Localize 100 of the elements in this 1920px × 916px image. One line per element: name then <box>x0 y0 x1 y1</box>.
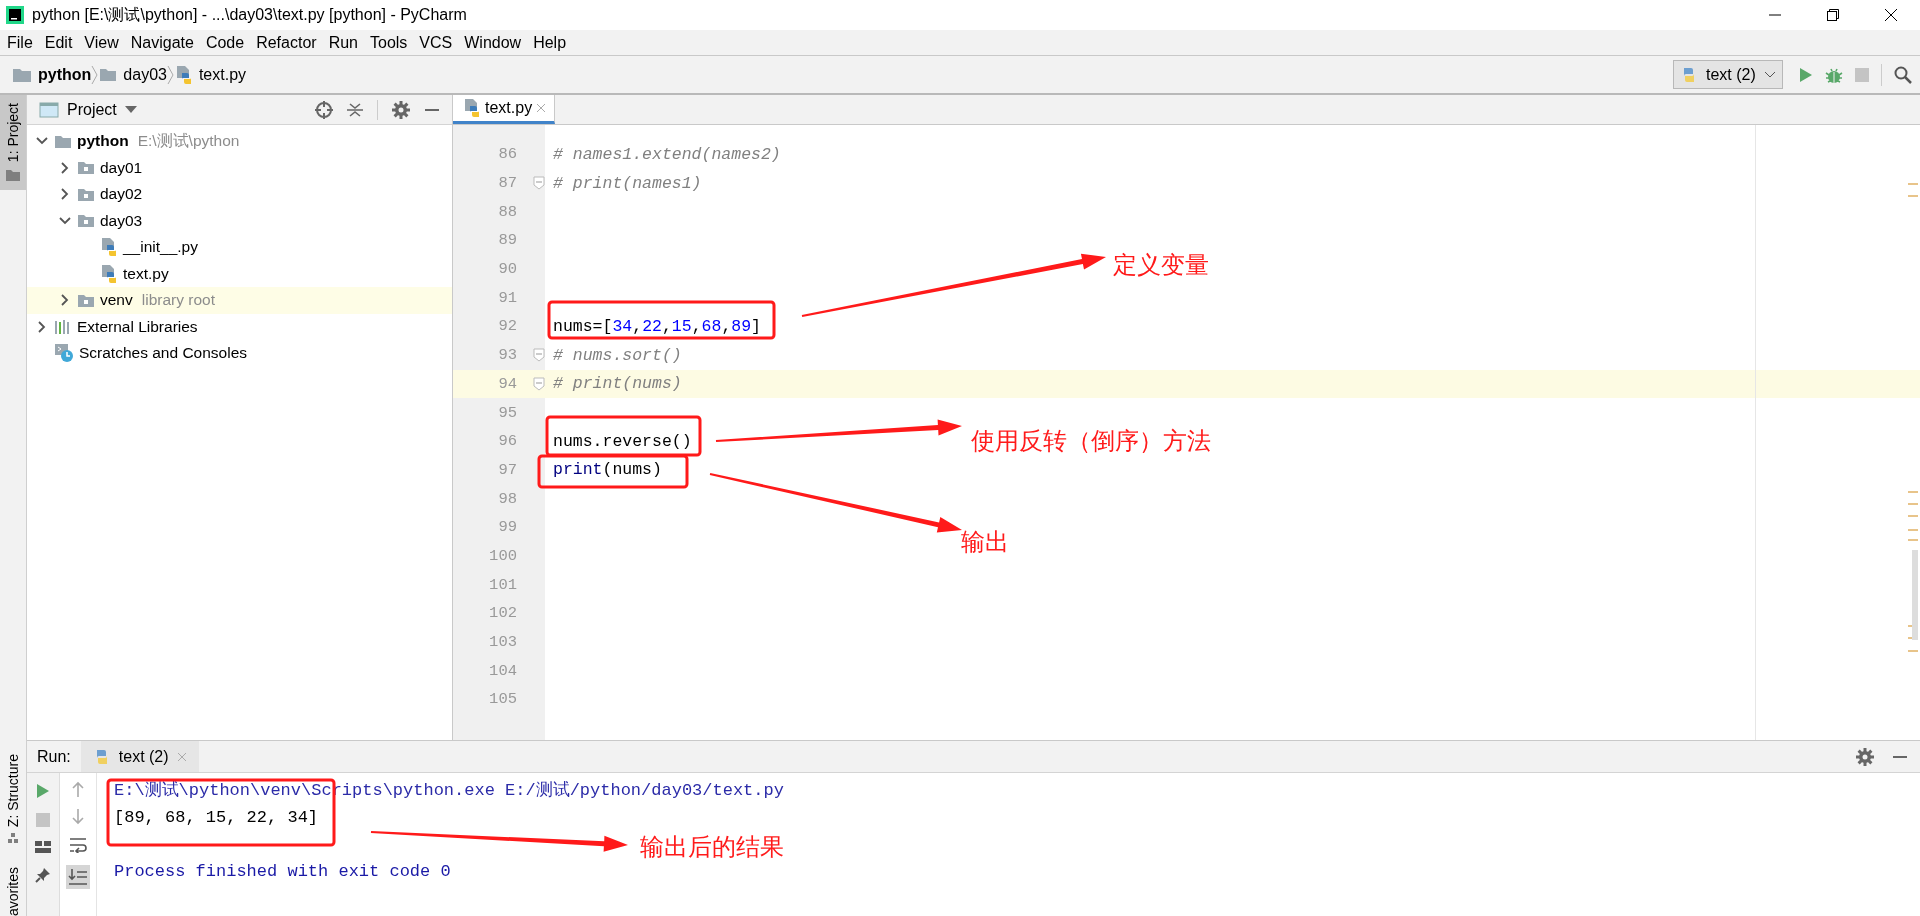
panel-title: Run: <box>37 747 71 766</box>
chevron-down-icon <box>1763 70 1776 79</box>
chevron-right-icon[interactable] <box>38 320 46 333</box>
console-line: Process finished with exit code 0 <box>114 861 452 883</box>
line-number: 96 <box>497 432 517 451</box>
line-number: 91 <box>497 288 517 307</box>
soft-wrap-icon[interactable] <box>69 837 87 853</box>
scroll-to-end-icon[interactable] <box>66 865 90 889</box>
annotation-label: 输出 <box>961 527 1009 557</box>
locate-icon[interactable] <box>315 100 333 119</box>
structure-icon <box>7 832 19 845</box>
folder-icon <box>54 133 72 149</box>
editor-tab[interactable]: text.py <box>453 95 556 124</box>
tree-item[interactable]: venv <box>100 291 133 310</box>
arrow-down-icon[interactable] <box>71 809 85 825</box>
settings-icon[interactable] <box>1856 747 1874 766</box>
menu-item[interactable]: View <box>78 33 125 52</box>
menu-item[interactable]: Run <box>322 33 364 52</box>
tree-item[interactable]: text.py <box>123 264 169 283</box>
run-icon[interactable] <box>1799 66 1813 83</box>
tool-window-tab[interactable]: avorites <box>0 858 26 916</box>
fold-marker-icon[interactable] <box>533 376 545 391</box>
line-number: 90 <box>497 260 517 279</box>
line-number: 104 <box>488 661 517 680</box>
line-number: 93 <box>497 346 517 365</box>
line-number: 89 <box>497 231 517 250</box>
maximize-icon[interactable] <box>1826 8 1840 22</box>
folder-icon <box>99 67 118 82</box>
tool-window-tab[interactable]: Z: Structure <box>0 745 26 845</box>
line-number: 97 <box>497 460 517 479</box>
tree-item[interactable]: day03 <box>100 211 143 230</box>
search-icon[interactable] <box>1894 65 1912 84</box>
app-icon <box>6 6 24 24</box>
breadcrumb[interactable]: text.py <box>198 65 247 84</box>
line-number: 102 <box>488 604 517 623</box>
run-tab[interactable]: text (2) <box>80 741 199 772</box>
chevron-down-icon[interactable] <box>36 137 48 146</box>
chevron-down-icon[interactable] <box>59 216 71 225</box>
line-number: 94 <box>497 374 517 393</box>
menu-item[interactable]: Refactor <box>250 33 323 52</box>
menu-item[interactable]: Navigate <box>124 33 200 52</box>
run-config-dropdown[interactable]: text (2) <box>1673 60 1783 89</box>
line-number: 105 <box>488 690 517 709</box>
line-number: 98 <box>497 489 517 508</box>
window-title: python [E:\测试\python] - ...\day03\text.py [python] - PyCharm <box>32 4 468 25</box>
pin-icon[interactable] <box>35 867 51 883</box>
line-number: 86 <box>497 145 517 164</box>
chevron-down-icon[interactable] <box>124 105 137 114</box>
chevron-icon <box>166 64 175 85</box>
breadcrumb[interactable]: day03 <box>123 65 167 84</box>
stop-icon <box>1855 67 1869 82</box>
window-icon <box>39 100 59 119</box>
tree-item[interactable]: day01 <box>100 158 143 177</box>
code-line: nums.reverse() <box>552 431 692 451</box>
tool-window-tab[interactable]: 1: Project <box>0 95 26 191</box>
folder-icon <box>5 168 21 183</box>
close-icon[interactable] <box>1884 8 1898 22</box>
line-number: 100 <box>488 546 517 565</box>
line-number: 101 <box>488 575 517 594</box>
stop-icon <box>36 813 50 827</box>
menu-item[interactable]: Help <box>527 33 573 52</box>
chevron-right-icon[interactable] <box>61 294 69 307</box>
arrow-up-icon[interactable] <box>71 781 85 797</box>
layout-icon[interactable] <box>35 841 51 853</box>
menu-item[interactable]: Code <box>199 33 251 52</box>
annotation-label: 输出后的结果 <box>640 832 784 862</box>
menu-item[interactable]: File <box>1 33 39 52</box>
collapse-icon[interactable] <box>347 100 363 119</box>
folder-icon <box>77 186 95 202</box>
menu-item[interactable]: Tools <box>364 33 414 52</box>
tree-item[interactable]: day02 <box>100 185 143 204</box>
breadcrumb[interactable]: python <box>38 65 92 84</box>
libraries-icon <box>54 318 72 335</box>
menu-item[interactable]: VCS <box>413 33 459 52</box>
settings-icon[interactable] <box>392 100 410 119</box>
path-hint: library root <box>141 291 215 310</box>
scratches-icon <box>54 343 74 364</box>
tree-item[interactable]: python <box>77 132 129 151</box>
line-number: 103 <box>488 633 517 652</box>
fold-marker-icon[interactable] <box>533 176 545 191</box>
run-icon[interactable] <box>36 783 50 799</box>
python-file-icon <box>463 98 481 118</box>
tree-item[interactable]: __init__.py <box>123 238 198 257</box>
code-line: nums=[34,22,15,68,89] <box>552 316 761 336</box>
code-line: print(nums) <box>552 460 662 480</box>
chevron-right-icon[interactable] <box>61 161 69 174</box>
line-number: 99 <box>497 518 517 537</box>
console-line: [89, 68, 15, 22, 34] <box>114 807 320 829</box>
line-number: 95 <box>497 403 517 422</box>
folder-icon <box>77 292 95 308</box>
fold-marker-icon[interactable] <box>533 348 545 363</box>
folder-icon <box>12 66 32 83</box>
tree-item[interactable]: External Libraries <box>77 317 198 336</box>
menu-item[interactable]: Window <box>458 33 528 52</box>
panel-header: Project <box>27 95 452 125</box>
menu-item[interactable]: Edit <box>38 33 79 52</box>
code-line: # names1.extend(names2) <box>552 144 781 164</box>
chevron-right-icon[interactable] <box>61 188 69 201</box>
tree-item[interactable]: Scratches and Consoles <box>79 344 247 363</box>
path-hint: E:\测试\python <box>137 130 240 151</box>
